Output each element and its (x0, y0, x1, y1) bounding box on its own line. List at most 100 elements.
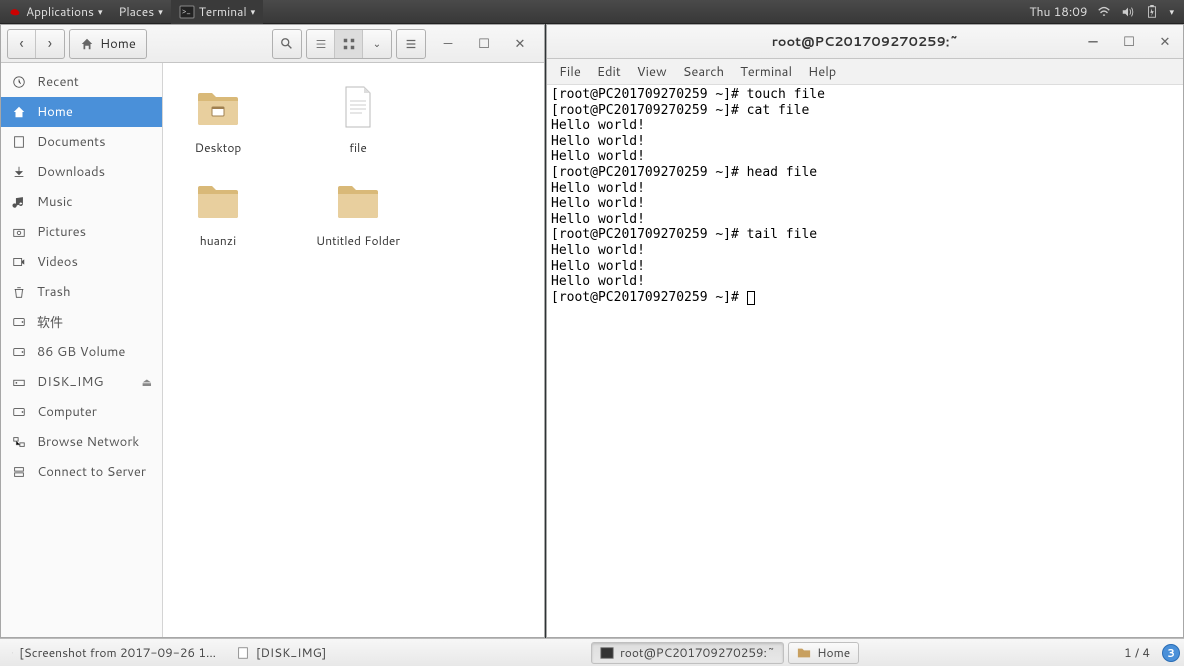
sidebar-item-connect-to-server[interactable]: Connect to Server (1, 457, 162, 487)
sidebar-item-pictures[interactable]: Pictures (1, 217, 162, 247)
file-item-file[interactable]: file (313, 83, 403, 156)
disk-icon (11, 315, 27, 329)
sidebar-item-recent[interactable]: Recent (1, 67, 162, 97)
user-menu-arrow[interactable]: ▾ (1169, 5, 1174, 18)
term-menu-terminal[interactable]: Terminal (732, 63, 800, 81)
terminal-icon (600, 646, 614, 660)
taskbar: [Screenshot from 2017-09-26 1... [DISK_I… (0, 638, 1184, 666)
close-button[interactable]: ✕ (502, 25, 538, 63)
view-list-button[interactable] (307, 30, 335, 58)
list-icon (314, 37, 328, 51)
sidebar-item-label: Computer (37, 403, 97, 421)
term-minimize-button[interactable]: — (1075, 25, 1111, 59)
notification-badge[interactable]: 3 (1162, 644, 1180, 662)
view-grid-button[interactable] (335, 30, 363, 58)
camera-icon (11, 225, 27, 239)
sidebar-item-computer[interactable]: Computer (1, 397, 162, 427)
files-content[interactable]: Desktop file huanzi Untitled Folder (163, 63, 544, 637)
file-item-huanzi[interactable]: huanzi (173, 176, 263, 249)
sidebar-item-label: DISK_IMG (37, 373, 104, 391)
files-toolbar: ‹ › Home ⌄ — ☐ ✕ (1, 25, 544, 63)
sidebar-item-documents[interactable]: Documents (1, 127, 162, 157)
sidebar-item-label: Downloads (37, 163, 105, 181)
sidebar-item-trash[interactable]: Trash (1, 277, 162, 307)
folder-icon (334, 176, 382, 224)
sidebar-item-downloads[interactable]: Downloads (1, 157, 162, 187)
search-icon (280, 37, 294, 51)
redhat-icon (8, 5, 22, 19)
sidebar-item-label: Trash (37, 283, 71, 301)
sidebar-item-label: Home (37, 103, 73, 121)
sidebar-item-label: Videos (37, 253, 78, 271)
textfile-icon (334, 83, 382, 131)
gear-button[interactable] (397, 30, 425, 58)
disk-icon (11, 405, 27, 419)
cursor (747, 291, 755, 305)
file-item-label: file (313, 139, 403, 156)
eject-icon[interactable]: ⏏ (142, 374, 152, 390)
taskbar-item-screenshot[interactable]: [Screenshot from 2017-09-26 1... (4, 642, 224, 664)
sidebar-item-videos[interactable]: Videos (1, 247, 162, 277)
terminal-menu[interactable]: >_ Terminal▾ (171, 0, 263, 24)
file-item-label: Desktop (173, 139, 263, 156)
file-item-untitled-folder[interactable]: Untitled Folder (313, 176, 403, 249)
wifi-icon[interactable] (1097, 5, 1111, 19)
term-menu-file[interactable]: File (551, 63, 589, 81)
volume-icon[interactable] (1121, 5, 1135, 19)
sidebar-item-label: 软件 (37, 312, 63, 332)
minimize-button[interactable]: — (430, 25, 466, 63)
sidebar-item-label: Pictures (37, 223, 86, 241)
nav-forward-button[interactable]: › (36, 30, 64, 58)
places-menu[interactable]: Places▾ (110, 0, 170, 24)
home-icon (11, 105, 27, 119)
folder-icon (194, 176, 242, 224)
folder-desktop-icon (194, 83, 242, 131)
term-menu-view[interactable]: View (629, 63, 675, 81)
term-menu-help[interactable]: Help (800, 63, 844, 81)
battery-icon[interactable] (1145, 5, 1159, 19)
sidebar-item-disk_img[interactable]: DISK_IMG ⏏ (1, 367, 162, 397)
sidebar-item-home[interactable]: Home (1, 97, 162, 127)
term-close-button[interactable]: ✕ (1147, 25, 1183, 59)
applications-menu[interactable]: Applications▾ (0, 0, 110, 24)
workspace-indicator[interactable]: 1 / 4 (1116, 644, 1158, 661)
path-home-button[interactable]: Home (70, 30, 146, 58)
nav-back-button[interactable]: ‹ (8, 30, 36, 58)
term-menu-edit[interactable]: Edit (589, 63, 629, 81)
clock[interactable]: Thu 18:09 (1029, 3, 1087, 20)
file-item-desktop[interactable]: Desktop (173, 83, 263, 156)
sidebar-item-label: 86 GB Volume (37, 343, 125, 361)
menu-icon (404, 37, 418, 51)
file-item-label: huanzi (173, 232, 263, 249)
sidebar-item-browse-network[interactable]: Browse Network (1, 427, 162, 457)
term-maximize-button[interactable]: ☐ (1111, 25, 1147, 59)
taskbar-item-home[interactable]: Home (788, 642, 859, 664)
doc-icon (236, 646, 250, 660)
search-icon (12, 646, 13, 660)
sidebar-item-label: Connect to Server (37, 463, 146, 481)
terminal-menubar: FileEditViewSearchTerminalHelp (547, 59, 1183, 85)
sidebar-item-label: Browse Network (37, 433, 139, 451)
term-menu-search[interactable]: Search (675, 63, 732, 81)
taskbar-item-diskimg[interactable]: [DISK_IMG] (228, 642, 334, 664)
search-button[interactable] (273, 30, 301, 58)
maximize-button[interactable]: ☐ (466, 25, 502, 63)
clock-icon (11, 75, 27, 89)
sidebar-item-label: Music (37, 193, 73, 211)
home-icon (80, 37, 94, 51)
sidebar-item-软件[interactable]: 软件 (1, 307, 162, 337)
svg-text:>_: >_ (182, 5, 191, 17)
terminal-content[interactable]: [root@PC201709270259 ~]# touch file [roo… (547, 85, 1183, 637)
top-panel: Applications▾ Places▾ >_ Terminal▾ Thu 1… (0, 0, 1184, 24)
sidebar-item-86-gb-volume[interactable]: 86 GB Volume (1, 337, 162, 367)
server-icon (11, 465, 27, 479)
file-item-label: Untitled Folder (313, 232, 403, 249)
sidebar-item-label: Recent (37, 73, 79, 91)
grid-icon (342, 37, 356, 51)
music-icon (11, 195, 27, 209)
view-options-button[interactable]: ⌄ (363, 30, 391, 58)
files-window: ‹ › Home ⌄ — ☐ ✕ Recent Home Documents Down… (0, 24, 545, 638)
sidebar-item-music[interactable]: Music (1, 187, 162, 217)
terminal-titlebar[interactable]: root@PC201709270259:~ — ☐ ✕ (547, 25, 1183, 59)
taskbar-item-terminal[interactable]: root@PC201709270259:~ (591, 642, 784, 664)
